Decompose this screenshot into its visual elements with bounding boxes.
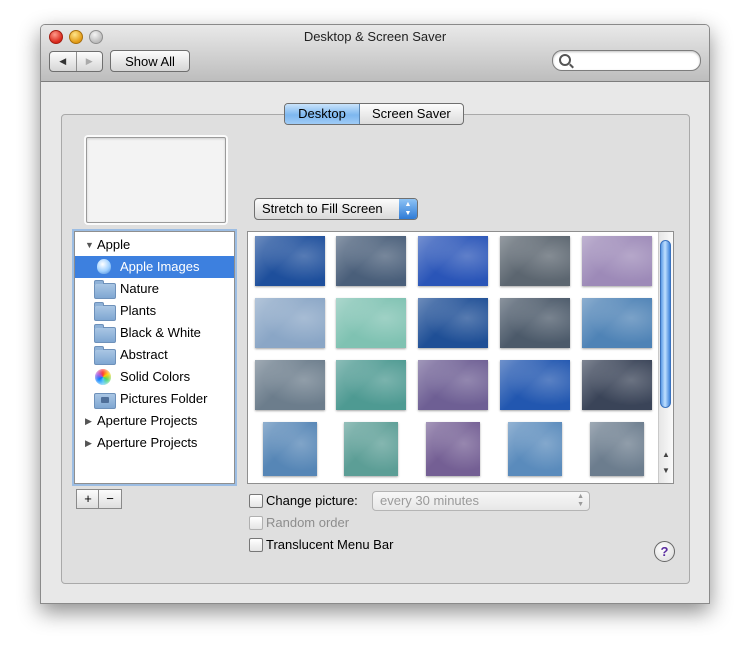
wallpaper-thumbnail[interactable] — [418, 360, 488, 410]
fill-mode-value: Stretch to Fill Screen — [262, 201, 383, 216]
random-order-label: Random order — [266, 515, 350, 530]
sidebar-item-label: Pictures Folder — [120, 391, 208, 406]
sidebar-item-label: Abstract — [120, 347, 168, 362]
tab-desktop[interactable]: Desktop — [285, 104, 360, 124]
wallpaper-thumbnail[interactable] — [582, 236, 652, 286]
tab-screen-saver[interactable]: Screen Saver — [360, 104, 463, 124]
sidebar-item-label: Nature — [120, 281, 160, 296]
wallpaper-thumbnail[interactable] — [500, 360, 570, 410]
wallpaper-thumbnail[interactable] — [255, 236, 325, 286]
wallpaper-thumbnail[interactable] — [263, 422, 317, 476]
wallpaper-thumbnail[interactable] — [255, 360, 325, 410]
pictures-folder-icon — [94, 393, 116, 409]
sidebar-item-abstract[interactable]: Abstract — [75, 344, 234, 366]
title-bar: Desktop & Screen Saver ◀ ▶ Show All — [41, 25, 709, 82]
wallpaper-thumbnail[interactable] — [500, 298, 570, 348]
sidebar-item-label: Aperture Projects — [97, 435, 198, 450]
popup-arrows-icon: ▲ ▼ — [399, 199, 417, 219]
color-wheel-icon — [95, 369, 111, 385]
sidebar-item-label: Apple Images — [120, 259, 200, 274]
wallpaper-thumbnail[interactable] — [582, 298, 652, 348]
wallpaper-thumbnail[interactable] — [426, 422, 480, 476]
sidebar-item-label: Aperture Projects — [97, 413, 198, 428]
change-picture-checkbox[interactable] — [249, 494, 263, 508]
sidebar-item-pictures-folder[interactable]: Pictures Folder — [75, 388, 234, 410]
wallpaper-thumbnail[interactable] — [344, 422, 398, 476]
wallpaper-thumbnail[interactable] — [582, 360, 652, 410]
search-icon — [559, 54, 571, 66]
wallpaper-grid: ▲ ▼ — [247, 231, 674, 484]
disclosure-triangle-icon[interactable]: ▼ — [85, 234, 94, 256]
scroll-up-icon[interactable]: ▲ — [659, 450, 673, 459]
sidebar-item-label: Black & White — [120, 325, 201, 340]
desktop-preview — [86, 137, 226, 223]
fill-mode-popup[interactable]: Stretch to Fill Screen ▲ ▼ — [254, 198, 418, 220]
sidebar-item-nature[interactable]: Nature — [75, 278, 234, 300]
wallpaper-thumbnail[interactable] — [336, 298, 406, 348]
search-field[interactable] — [552, 50, 701, 71]
scroll-down-icon[interactable]: ▼ — [659, 466, 673, 475]
popup-arrows-icon: ▲ ▼ — [577, 493, 584, 508]
add-folder-button[interactable]: + — [76, 489, 100, 509]
vertical-scrollbar[interactable]: ▲ ▼ — [658, 232, 673, 483]
wallpaper-thumbnail[interactable] — [255, 298, 325, 348]
sidebar-item-solid-colors[interactable]: Solid Colors — [75, 366, 234, 388]
back-forward-control: ◀ ▶ — [49, 51, 103, 72]
sidebar-item-label: Apple — [97, 237, 131, 252]
show-all-button[interactable]: Show All — [110, 50, 190, 72]
change-picture-label: Change picture: — [266, 493, 358, 508]
folder-icon — [94, 346, 116, 365]
apple-icon — [97, 259, 111, 274]
sidebar-item-aperture-projects[interactable]: ▶ Aperture Projects — [75, 410, 234, 432]
sidebar-item-plants[interactable]: Plants — [75, 300, 234, 322]
help-button[interactable]: ? — [654, 541, 675, 562]
window-title: Desktop & Screen Saver — [303, 29, 447, 44]
tab-bar: Desktop Screen Saver — [284, 103, 464, 125]
search-input[interactable] — [575, 53, 697, 69]
change-interval-value: every 30 minutes — [380, 493, 479, 508]
sidebar-item-black-white[interactable]: Black & White — [75, 322, 234, 344]
forward-arrow-icon[interactable]: ▶ — [77, 52, 103, 71]
sidebar-item-apple[interactable]: ▼ Apple — [75, 234, 234, 256]
scrollbar-thumb[interactable] — [660, 240, 671, 408]
wallpaper-thumbnail[interactable] — [418, 236, 488, 286]
folder-icon — [94, 302, 116, 321]
disclosure-triangle-icon[interactable]: ▶ — [85, 410, 92, 432]
wallpaper-thumbnail[interactable] — [500, 236, 570, 286]
sidebar-item-label: Solid Colors — [120, 369, 191, 384]
change-interval-popup[interactable]: every 30 minutes ▲ ▼ — [372, 491, 590, 511]
translucent-menu-bar-checkbox[interactable] — [249, 538, 263, 552]
wallpaper-thumbnail[interactable] — [336, 360, 406, 410]
sidebar-item-aperture-projects-2[interactable]: ▶ Aperture Projects — [75, 432, 234, 454]
wallpaper-thumbnail[interactable] — [336, 236, 406, 286]
wallpaper-thumbnail[interactable] — [590, 422, 644, 476]
sidebar-item-label: Plants — [120, 303, 157, 318]
image-source-list[interactable]: ▼ Apple Apple Images Nature Plants Black… — [74, 231, 235, 484]
back-arrow-icon[interactable]: ◀ — [50, 52, 77, 71]
sidebar-item-apple-images[interactable]: Apple Images — [75, 256, 234, 278]
preferences-window: Desktop & Screen Saver ◀ ▶ Show All Desk… — [40, 24, 710, 604]
random-order-checkbox[interactable] — [249, 516, 263, 530]
translucent-menu-bar-label: Translucent Menu Bar — [266, 537, 394, 552]
wallpaper-thumbnail[interactable] — [508, 422, 562, 476]
wallpaper-thumbnail[interactable] — [418, 298, 488, 348]
disclosure-triangle-icon[interactable]: ▶ — [85, 432, 92, 454]
remove-folder-button[interactable]: − — [98, 489, 122, 509]
folder-icon — [94, 280, 116, 299]
folder-icon — [94, 324, 116, 343]
